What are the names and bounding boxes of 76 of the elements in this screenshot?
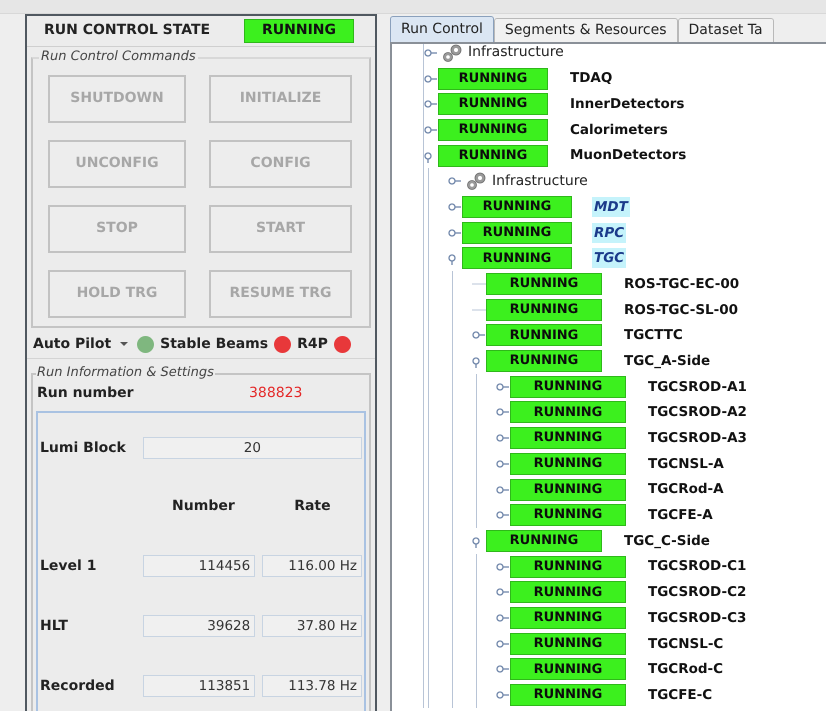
state-badge: RUNNING	[510, 376, 626, 398]
auto-pilot-label[interactable]: Auto Pilot	[33, 334, 112, 355]
tree-item-label[interactable]: TGCRod-A	[646, 479, 726, 500]
readonly-field: 39628	[142, 615, 256, 638]
state-badge: RUNNING	[510, 632, 626, 655]
indicator-label: R4P	[297, 334, 328, 354]
readonly-field: 113851	[142, 675, 256, 698]
state-label: RUN CONTROL STATE	[44, 21, 212, 40]
readonly-field: 113.78 Hz	[262, 675, 362, 698]
state-badge: RUNNING	[438, 68, 548, 90]
state-badge: RUNNING	[510, 427, 626, 450]
tree-item-label[interactable]: TGCTTC	[622, 325, 685, 346]
group-title: Run Information & Settings	[36, 365, 215, 382]
tab[interactable]: Segments & Resources	[494, 18, 678, 42]
gears-icon	[466, 171, 488, 192]
tree-item-label[interactable]: TGCFE-C	[646, 684, 714, 706]
state-badge: RUNNING	[510, 452, 626, 475]
state-badge: RUNNING	[486, 298, 602, 321]
lumi-block-label: Lumi Block	[40, 438, 127, 458]
tree-item-label[interactable]: TGCNSL-C	[646, 634, 726, 654]
state-badge: RUNNING	[244, 18, 354, 43]
tree-item-label[interactable]: MuonDetectors	[568, 145, 688, 166]
state-badge: RUNNING	[510, 658, 626, 680]
tree-item-label[interactable]: TGCSROD-A2	[646, 402, 749, 423]
state-badge: RUNNING	[510, 684, 626, 706]
tree-item-label[interactable]: ROS-TGC-EC-00	[622, 274, 742, 294]
readonly-field: 20	[142, 437, 362, 460]
counter-label: HLT	[40, 616, 69, 636]
tree-item-label[interactable]: TGCSROD-C2	[646, 582, 748, 602]
counter-label: Recorded	[40, 676, 116, 696]
readonly-field: 37.80 Hz	[262, 615, 362, 638]
state-badge: RUNNING	[510, 556, 626, 578]
state-badge: RUNNING	[486, 273, 602, 296]
state-badge: RUNNING	[462, 196, 572, 218]
tree-item-label[interactable]: TDAQ	[568, 68, 614, 89]
counter-label: Level 1	[40, 556, 98, 576]
state-badge: RUNNING	[438, 118, 548, 141]
tab[interactable]: Run Control	[390, 16, 494, 42]
column-header: Rate	[293, 496, 332, 516]
tree-item-label[interactable]: TGCSROD-A3	[646, 428, 749, 448]
tab[interactable]: Dataset Ta	[678, 18, 774, 42]
tree-item-label[interactable]: ROS-TGC-SL-00	[622, 300, 740, 320]
dropdown-caret-icon[interactable]	[120, 341, 128, 348]
state-badge: RUNNING	[462, 222, 572, 244]
tree-item-label[interactable]: TGCSROD-C3	[646, 608, 748, 628]
tree-item-label[interactable]: TGCSROD-A1	[646, 376, 749, 397]
state-badge: RUNNING	[510, 581, 626, 604]
tree-item-label[interactable]: MDT	[592, 196, 630, 218]
state-badge: RUNNING	[510, 504, 626, 526]
tree-item-label[interactable]: Infrastructure	[492, 170, 588, 192]
state-badge: RUNNING	[438, 144, 548, 167]
tree-item-label[interactable]: Calorimeters	[568, 120, 670, 140]
tree-item-label[interactable]: TGC_C-Side	[622, 530, 712, 552]
state-badge: RUNNING	[510, 478, 626, 501]
tree-item-label[interactable]: RPC	[592, 222, 626, 243]
tree-item-label[interactable]: TGCNSL-A	[646, 454, 726, 474]
tree-item-label[interactable]: Infrastructure	[468, 44, 564, 64]
tree-item-label[interactable]: TGCRod-C	[646, 659, 726, 680]
run-number-value: 388823	[249, 384, 302, 403]
readonly-field: 116.00 Hz	[262, 555, 362, 578]
readonly-field: 114456	[142, 555, 256, 578]
state-badge: RUNNING	[486, 324, 602, 346]
tree-item-label[interactable]: TGCSROD-C1	[646, 556, 748, 577]
indicator-label: Stable Beams	[160, 334, 268, 354]
tree-item-label[interactable]: TGCFE-A	[646, 505, 715, 526]
tree-item-label[interactable]: TGC_A-Side	[622, 350, 712, 372]
state-badge: RUNNING	[510, 401, 626, 424]
state-badge: RUNNING	[510, 606, 626, 629]
state-badge: RUNNING	[486, 350, 602, 372]
state-badge: RUNNING	[486, 530, 602, 552]
tree-item-label[interactable]: InnerDetectors	[568, 94, 686, 114]
state-badge: RUNNING	[438, 93, 548, 116]
column-header: Number	[171, 496, 236, 516]
run-number-label: Run number	[37, 384, 135, 403]
tree-item-label[interactable]: TGC	[592, 248, 626, 268]
state-badge: RUNNING	[462, 247, 572, 270]
